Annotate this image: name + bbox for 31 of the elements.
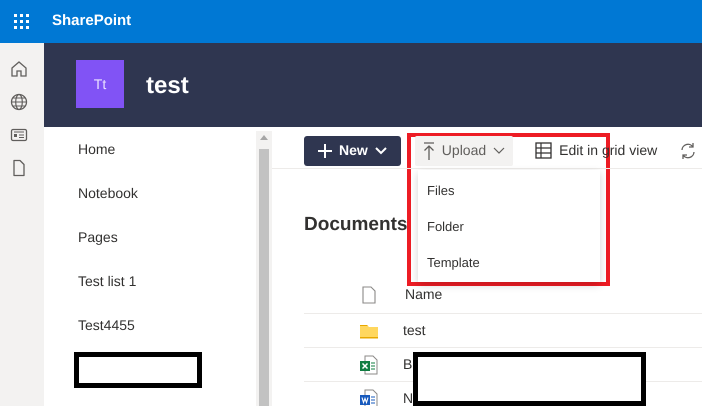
upload-button[interactable]: Upload xyxy=(414,136,514,166)
document-file-icon xyxy=(360,388,378,406)
globe-icon[interactable] xyxy=(9,92,29,112)
nav-link[interactable]: Notebook xyxy=(78,183,138,203)
nav-link[interactable]: Pages xyxy=(78,227,118,247)
upload-icon xyxy=(422,142,435,160)
file-name[interactable]: B xyxy=(403,354,412,375)
site-logo[interactable]: Tt xyxy=(76,60,124,108)
site-title[interactable]: test xyxy=(146,71,189,101)
menu-item[interactable]: Template xyxy=(418,244,600,280)
nav-link[interactable]: Test list 1 xyxy=(78,271,136,291)
grid-icon xyxy=(535,142,552,159)
menu-item[interactable]: Files xyxy=(418,172,600,208)
file-name[interactable]: N xyxy=(403,388,414,406)
spreadsheet-file-icon xyxy=(360,354,378,374)
folder-icon xyxy=(360,322,378,338)
plus-icon xyxy=(318,144,332,158)
chevron-down-icon xyxy=(493,146,506,154)
file-type-icon xyxy=(362,286,376,304)
sync-icon[interactable] xyxy=(679,142,698,160)
scrollbar[interactable] xyxy=(256,131,272,406)
new-button[interactable]: New xyxy=(304,136,401,166)
nav-link[interactable]: Test4455 xyxy=(78,315,135,335)
chevron-down-icon xyxy=(374,146,387,154)
nav-link[interactable]: Home xyxy=(78,139,116,159)
menu-item[interactable]: Folder xyxy=(418,208,600,244)
home-icon[interactable] xyxy=(9,59,29,79)
app-launcher-icon[interactable] xyxy=(14,14,29,29)
library-title: Documents xyxy=(304,213,408,237)
file-name[interactable]: test xyxy=(403,320,426,341)
app-title[interactable]: SharePoint xyxy=(52,10,132,33)
